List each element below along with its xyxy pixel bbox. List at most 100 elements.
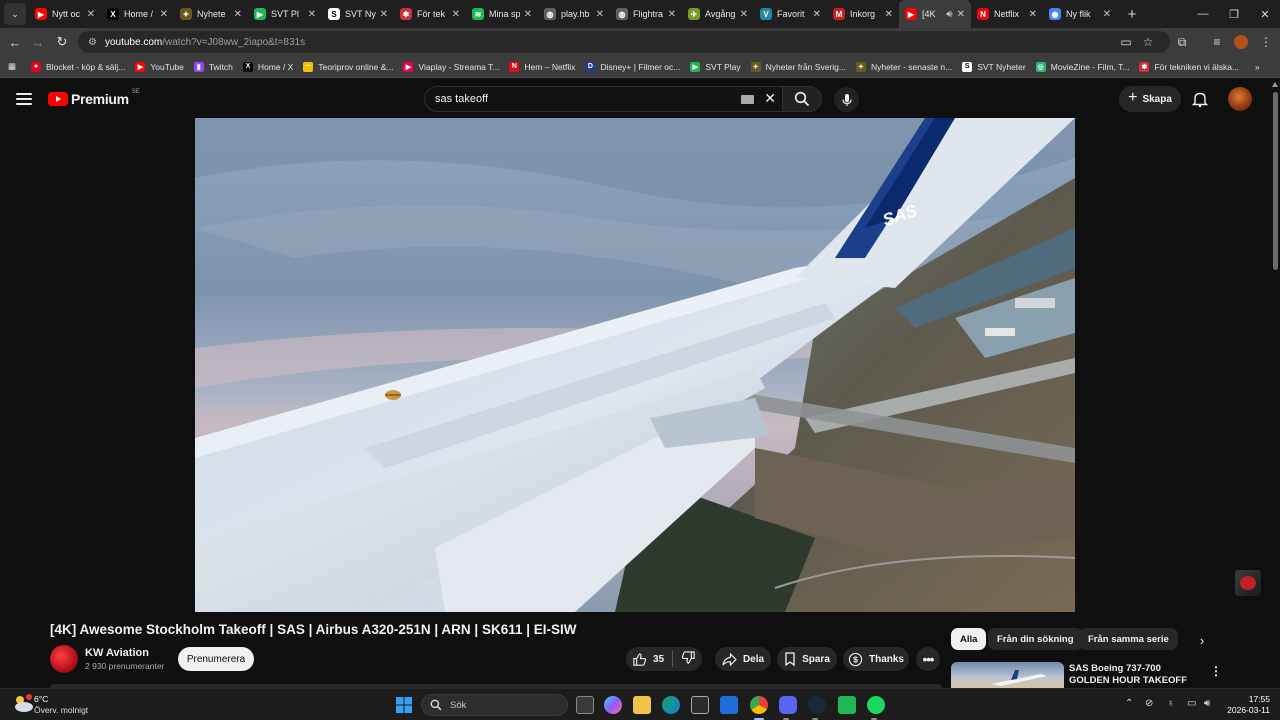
browser-tab[interactable]: ◍ Flightra ✕ <box>610 0 682 28</box>
bookmark-item[interactable]: ✦ Nyheter - senaste n... <box>851 61 957 72</box>
close-tab-icon[interactable]: ✕ <box>1103 9 1111 20</box>
weather-temperature[interactable]: 6°C <box>34 694 48 704</box>
close-window-button[interactable]: ✕ <box>1250 0 1280 28</box>
video-player[interactable]: SAS <box>0 118 1270 612</box>
discord-icon[interactable] <box>779 696 797 714</box>
account-avatar[interactable] <box>1228 87 1252 111</box>
browser-tab[interactable]: S SVT Ny ✕ <box>322 0 394 28</box>
mail-icon[interactable] <box>720 696 738 714</box>
close-tab-icon[interactable]: ✕ <box>1029 9 1037 20</box>
save-button[interactable]: Spara <box>777 647 837 671</box>
scrollbar-thumb[interactable] <box>1273 92 1278 270</box>
windows-start-icon[interactable] <box>395 696 413 714</box>
close-tab-icon[interactable]: ✕ <box>957 9 965 20</box>
bookmark-star-icon[interactable]: ☆ <box>1136 28 1160 56</box>
subscribe-button[interactable]: Prenumerera <box>178 647 254 671</box>
bookmark-item[interactable]: ~ Teoriprov online &... <box>298 61 398 72</box>
channel-name[interactable]: KW Aviation <box>85 647 149 659</box>
forward-button[interactable]: → <box>26 30 50 54</box>
close-tab-icon[interactable]: ✕ <box>308 9 316 20</box>
close-tab-icon[interactable]: ✕ <box>380 9 388 20</box>
browser-tab[interactable]: N Netflix ✕ <box>971 0 1043 28</box>
bookmark-item[interactable]: X Home / X <box>238 61 298 72</box>
close-tab-icon[interactable]: ✕ <box>452 9 460 20</box>
notifications-bell-icon[interactable] <box>1191 90 1209 108</box>
menu-hamburger-icon[interactable] <box>14 90 34 108</box>
profile-avatar[interactable] <box>1229 28 1253 56</box>
cast-icon[interactable]: ▭ <box>1114 28 1138 56</box>
steam-icon[interactable] <box>808 696 826 714</box>
media-control-icon[interactable]: ≡ <box>1205 28 1229 56</box>
close-tab-icon[interactable]: ✕ <box>524 9 532 20</box>
tray-overflow-chevron-icon[interactable]: ⌃ <box>1125 698 1133 709</box>
tab-search-button[interactable]: ⌄ <box>4 3 26 25</box>
close-tab-icon[interactable]: ✕ <box>740 9 748 20</box>
recommended-more-icon[interactable]: ⋮ <box>1210 664 1222 678</box>
android-app-icon[interactable] <box>838 696 856 714</box>
bookmark-item[interactable]: S SVT Nyheter <box>957 61 1031 72</box>
weather-cloud-icon[interactable] <box>12 693 36 715</box>
browser-tab[interactable]: ✦ Nyhete ✕ <box>174 0 248 28</box>
reload-button[interactable]: ↻ <box>50 30 74 54</box>
close-tab-icon[interactable]: ✕ <box>234 9 242 20</box>
voice-search-button[interactable] <box>834 87 859 112</box>
browser-menu-icon[interactable]: ⋮ <box>1254 28 1278 56</box>
browser-tab[interactable]: ✈ Avgång ✕ <box>682 0 754 28</box>
microsoft-store-icon[interactable] <box>691 696 709 714</box>
more-bookmarks-icon[interactable]: » <box>1250 62 1265 72</box>
browser-tab[interactable]: V Favorit ✕ <box>754 0 827 28</box>
address-bar[interactable]: ⚙ youtube.com/watch?v=J08ww_2iapo&t=831s <box>78 31 1170 53</box>
bookmark-item[interactable]: D Disney+ | Filmer oc... <box>580 61 685 72</box>
bookmark-item[interactable]: ▶ Viaplay - Streama T... <box>398 61 504 72</box>
browser-tab[interactable]: ✱ För tek ✕ <box>394 0 466 28</box>
filter-chip[interactable]: Från samma serie <box>1079 628 1178 650</box>
chrome-icon[interactable] <box>750 696 768 714</box>
extensions-icon[interactable]: ⧉ <box>1170 28 1194 56</box>
bookmark-item[interactable]: ● Blocket - köp & sälj... <box>26 61 130 72</box>
microphone-tray-icon[interactable]: ♁ <box>1167 698 1175 709</box>
bookmark-item[interactable]: ▶ SVT Play <box>685 61 745 72</box>
search-button[interactable] <box>782 86 822 112</box>
bookmark-item[interactable]: N Hem – Netflix <box>504 61 580 72</box>
system-clock[interactable]: 17:55 2026-03-11 <box>1224 694 1270 716</box>
youtube-premium-logo[interactable]: Premium SE <box>48 89 140 107</box>
create-button[interactable]: + Skapa <box>1119 86 1181 112</box>
apps-grid-icon[interactable]: ▦ <box>0 61 26 72</box>
taskbar-search[interactable]: Sök <box>421 694 568 716</box>
bookmark-item[interactable]: ▶ YouTube <box>130 61 188 72</box>
browser-tab[interactable]: X Home / ✕ <box>101 0 174 28</box>
maximize-button[interactable]: ❐ <box>1219 0 1249 28</box>
scroll-up-arrow-icon[interactable] <box>1272 82 1278 87</box>
bookmark-item[interactable]: ▮ Twitch <box>189 61 238 72</box>
close-tab-icon[interactable]: ✕ <box>596 9 604 20</box>
browser-tab[interactable]: ◉ Ny flik ✕ <box>1043 0 1117 28</box>
task-view-icon[interactable] <box>576 696 594 714</box>
new-tab-button[interactable]: + <box>1121 3 1143 25</box>
clear-search-icon[interactable]: ✕ <box>764 90 776 107</box>
search-input[interactable]: sas takeoff ✕ <box>424 86 782 112</box>
minimize-button[interactable]: — <box>1188 0 1218 28</box>
browser-tab[interactable]: ≋ Mina sp ✕ <box>466 0 538 28</box>
edge-icon[interactable] <box>662 696 680 714</box>
site-info-icon[interactable]: ⚙ <box>88 37 97 48</box>
chips-next-arrow-icon[interactable]: › <box>1195 633 1209 648</box>
browser-tab[interactable]: ▶ [4K 🔊︎ ✕ <box>899 0 971 28</box>
browser-tab[interactable]: ◍ play.hb ✕ <box>538 0 610 28</box>
keyboard-icon[interactable] <box>741 95 754 104</box>
more-actions-button[interactable]: ••• <box>916 647 940 671</box>
network-icon[interactable]: ▭ <box>1187 698 1196 709</box>
file-explorer-icon[interactable] <box>633 696 651 714</box>
close-tab-icon[interactable]: ✕ <box>668 9 676 20</box>
weather-description[interactable]: Överv. molnigt <box>34 705 88 715</box>
miniplayer-thumbnail[interactable] <box>1235 570 1261 596</box>
spotify-icon[interactable] <box>867 696 885 714</box>
channel-avatar[interactable] <box>50 645 78 673</box>
dislike-button[interactable] <box>681 650 696 668</box>
filter-chip[interactable]: Från din sökning <box>988 628 1083 650</box>
close-tab-icon[interactable]: ✕ <box>813 9 821 20</box>
browser-tab[interactable]: ▶ Nytt oc ✕ <box>29 0 101 28</box>
thanks-button[interactable]: $ Thanks <box>843 647 909 671</box>
bookmark-item[interactable]: ◎ MovieZine - Film, T... <box>1031 61 1135 72</box>
browser-tab[interactable]: M Inkorg ✕ <box>827 0 899 28</box>
copilot-icon[interactable] <box>604 696 622 714</box>
